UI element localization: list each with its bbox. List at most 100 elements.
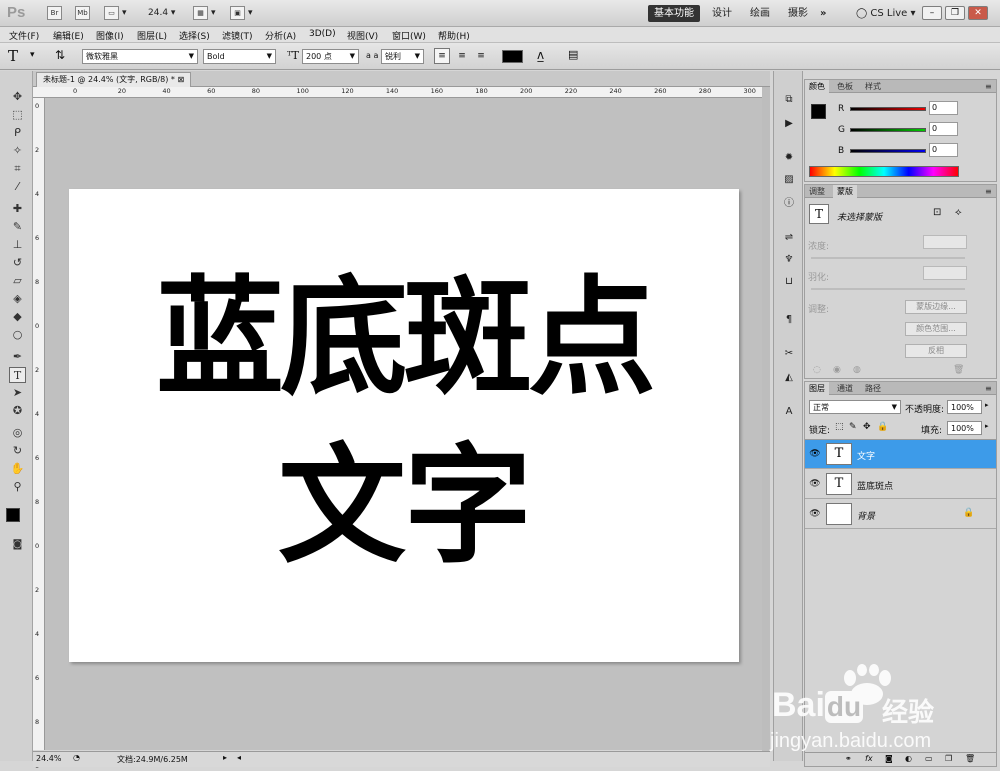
zoom-level-dropdown[interactable]: 24.4 ▾ (148, 8, 175, 18)
workspace-painting[interactable]: 绘画 (744, 5, 776, 22)
tab-adjustments[interactable]: 调整 (805, 185, 829, 198)
foreground-color-swatch[interactable] (6, 508, 20, 522)
status-icon[interactable]: ◔ (73, 753, 80, 762)
channel-r-slider[interactable] (850, 107, 926, 111)
feather-input[interactable] (923, 266, 967, 280)
foreground-color-swatch[interactable] (811, 104, 826, 119)
history-panel-icon[interactable]: ⧉ (781, 93, 797, 107)
view-extras-icon[interactable]: ▭ (104, 6, 119, 20)
quick-mask-icon[interactable]: ◙ (9, 537, 26, 553)
status-menu-arrow-icon[interactable]: ▸ (223, 753, 227, 762)
mini-bridge-button[interactable]: Mb (75, 6, 90, 20)
apply-mask-icon[interactable]: ◉ (833, 365, 841, 375)
3d-orbit-tool-icon[interactable]: ↻ (9, 443, 26, 459)
paragraph-panel-icon[interactable]: ¶ (781, 313, 797, 327)
channel-r-input[interactable]: 0 (929, 101, 958, 115)
opacity-arrow-icon[interactable]: ▸ (985, 401, 989, 409)
document-canvas[interactable]: 蓝底斑点 文字 (69, 189, 739, 662)
workspace-essentials[interactable]: 基本功能 (648, 5, 700, 22)
close-button[interactable]: ✕ (968, 6, 988, 20)
cs-live-button[interactable]: ◯ CS Live ▾ (850, 5, 922, 22)
lock-transparent-icon[interactable]: ⬚ (835, 422, 844, 432)
feather-slider[interactable] (811, 288, 965, 290)
work-area[interactable]: 蓝底斑点 文字 (45, 98, 770, 750)
type-tool-icon[interactable]: T (9, 367, 26, 383)
bridge-button[interactable]: Br (47, 6, 62, 20)
layer-row[interactable]: 👁 T 文字 (805, 440, 996, 469)
vector-mask-icon[interactable]: ⟡ (955, 207, 962, 218)
menu-edit[interactable]: 编辑(E) (53, 29, 84, 42)
layer-row[interactable]: 👁 T 蓝底斑点 (805, 470, 996, 499)
trash-icon[interactable]: 🗑 (953, 365, 964, 375)
info-panel-icon[interactable]: ⓘ (781, 197, 797, 211)
density-input[interactable] (923, 235, 967, 249)
eraser-tool-icon[interactable]: ▱ (9, 273, 26, 289)
font-family-select[interactable]: 微软雅黑 ▼ (82, 49, 198, 64)
clone-source-panel-icon[interactable]: ♆ (781, 253, 797, 267)
panel-menu-icon[interactable]: ≡ (981, 185, 996, 198)
lock-position-icon[interactable]: ✥ (863, 422, 871, 432)
channel-b-slider[interactable] (850, 149, 926, 153)
screen-mode-icon[interactable]: ▣ (230, 6, 245, 20)
scroll-left-icon[interactable]: ◂ (237, 753, 241, 762)
layer-name[interactable]: 背景 (857, 509, 875, 522)
align-right-icon[interactable]: ≡ (473, 48, 489, 64)
blend-mode-select[interactable]: 正常 ▼ (809, 400, 901, 414)
eye-icon[interactable]: 👁 (808, 477, 822, 491)
navigator-panel-icon[interactable]: ✹ (781, 151, 797, 165)
menu-help[interactable]: 帮助(H) (438, 29, 470, 42)
status-zoom[interactable]: 24.4% (36, 754, 61, 763)
blur-tool-icon[interactable]: ◆ (9, 309, 26, 325)
3d-rotate-tool-icon[interactable]: ◎ (9, 425, 26, 441)
crop-tool-icon[interactable]: ⌗ (9, 161, 26, 177)
workspace-photography[interactable]: 摄影 (782, 5, 814, 22)
path-selection-tool-icon[interactable]: ➤ (9, 385, 26, 401)
eye-icon[interactable]: 👁 (808, 507, 822, 521)
restore-button[interactable]: ❐ (945, 6, 965, 20)
chevron-down-icon[interactable]: ▾ (30, 50, 35, 60)
fill-arrow-icon[interactable]: ▸ (985, 422, 989, 430)
tools-panel-icon[interactable]: ✂ (781, 347, 797, 361)
actions-panel-icon[interactable]: ▶ (781, 117, 797, 131)
styles-3d-icon[interactable]: ◭ (781, 371, 797, 385)
panel-menu-icon[interactable]: ≡ (981, 80, 996, 93)
text-color-swatch[interactable] (502, 50, 523, 63)
close-icon[interactable]: ⊠ (177, 75, 184, 84)
layer-name[interactable]: 文字 (857, 449, 875, 462)
character-panel-icon[interactable]: A (781, 405, 797, 419)
tab-channels[interactable]: 通道 (833, 382, 857, 395)
paint-bucket-tool-icon[interactable]: ◈ (9, 291, 26, 307)
zoom-tool-icon[interactable]: ⚲ (9, 479, 26, 495)
density-slider[interactable] (811, 257, 965, 259)
quick-select-tool-icon[interactable]: ✧ (9, 143, 26, 159)
tab-masks[interactable]: 蒙版 (833, 185, 857, 198)
panel-menu-icon[interactable]: ≡ (981, 382, 996, 395)
dodge-tool-icon[interactable]: ○ (9, 327, 26, 343)
channel-g-slider[interactable] (850, 128, 926, 132)
clone-stamp-tool-icon[interactable]: ⊥ (9, 237, 26, 253)
menu-file[interactable]: 文件(F) (9, 29, 39, 42)
tab-paths[interactable]: 路径 (861, 382, 885, 395)
tool-presets-icon[interactable]: ⊔ (781, 275, 797, 289)
menu-3d[interactable]: 3D(D) (309, 29, 336, 39)
layer-name[interactable]: 蓝底斑点 (857, 479, 893, 492)
mask-edge-button[interactable]: 蒙版边缘... (905, 300, 967, 314)
canvas-text-line-1[interactable]: 蓝底斑点 (69, 269, 739, 409)
menu-layer[interactable]: 图层(L) (137, 29, 167, 42)
load-selection-icon[interactable]: ◌ (813, 365, 821, 375)
fill-input[interactable]: 100% (947, 421, 982, 435)
eye-icon[interactable]: 👁 (808, 447, 822, 461)
lock-all-icon[interactable]: 🔒 (877, 422, 888, 432)
color-range-button[interactable]: 颜色范围... (905, 322, 967, 336)
tab-swatches[interactable]: 色板 (833, 80, 857, 93)
shape-tool-icon[interactable]: ✪ (9, 403, 26, 419)
menu-select[interactable]: 选择(S) (179, 29, 210, 42)
menu-view[interactable]: 视图(V) (347, 29, 378, 42)
more-workspaces-button[interactable]: » (814, 5, 832, 22)
arrange-documents-icon[interactable]: ▦ (193, 6, 208, 20)
font-size-select[interactable]: 200 点 ▼ (302, 49, 359, 64)
workspace-design[interactable]: 设计 (706, 5, 738, 22)
chevron-down-icon[interactable]: ▾ (211, 8, 216, 18)
layer-row[interactable]: 👁 背景 🔒 (805, 500, 996, 529)
document-tab[interactable]: 未标题-1 @ 24.4% (文字, RGB/8) * ⊠ (36, 72, 192, 87)
